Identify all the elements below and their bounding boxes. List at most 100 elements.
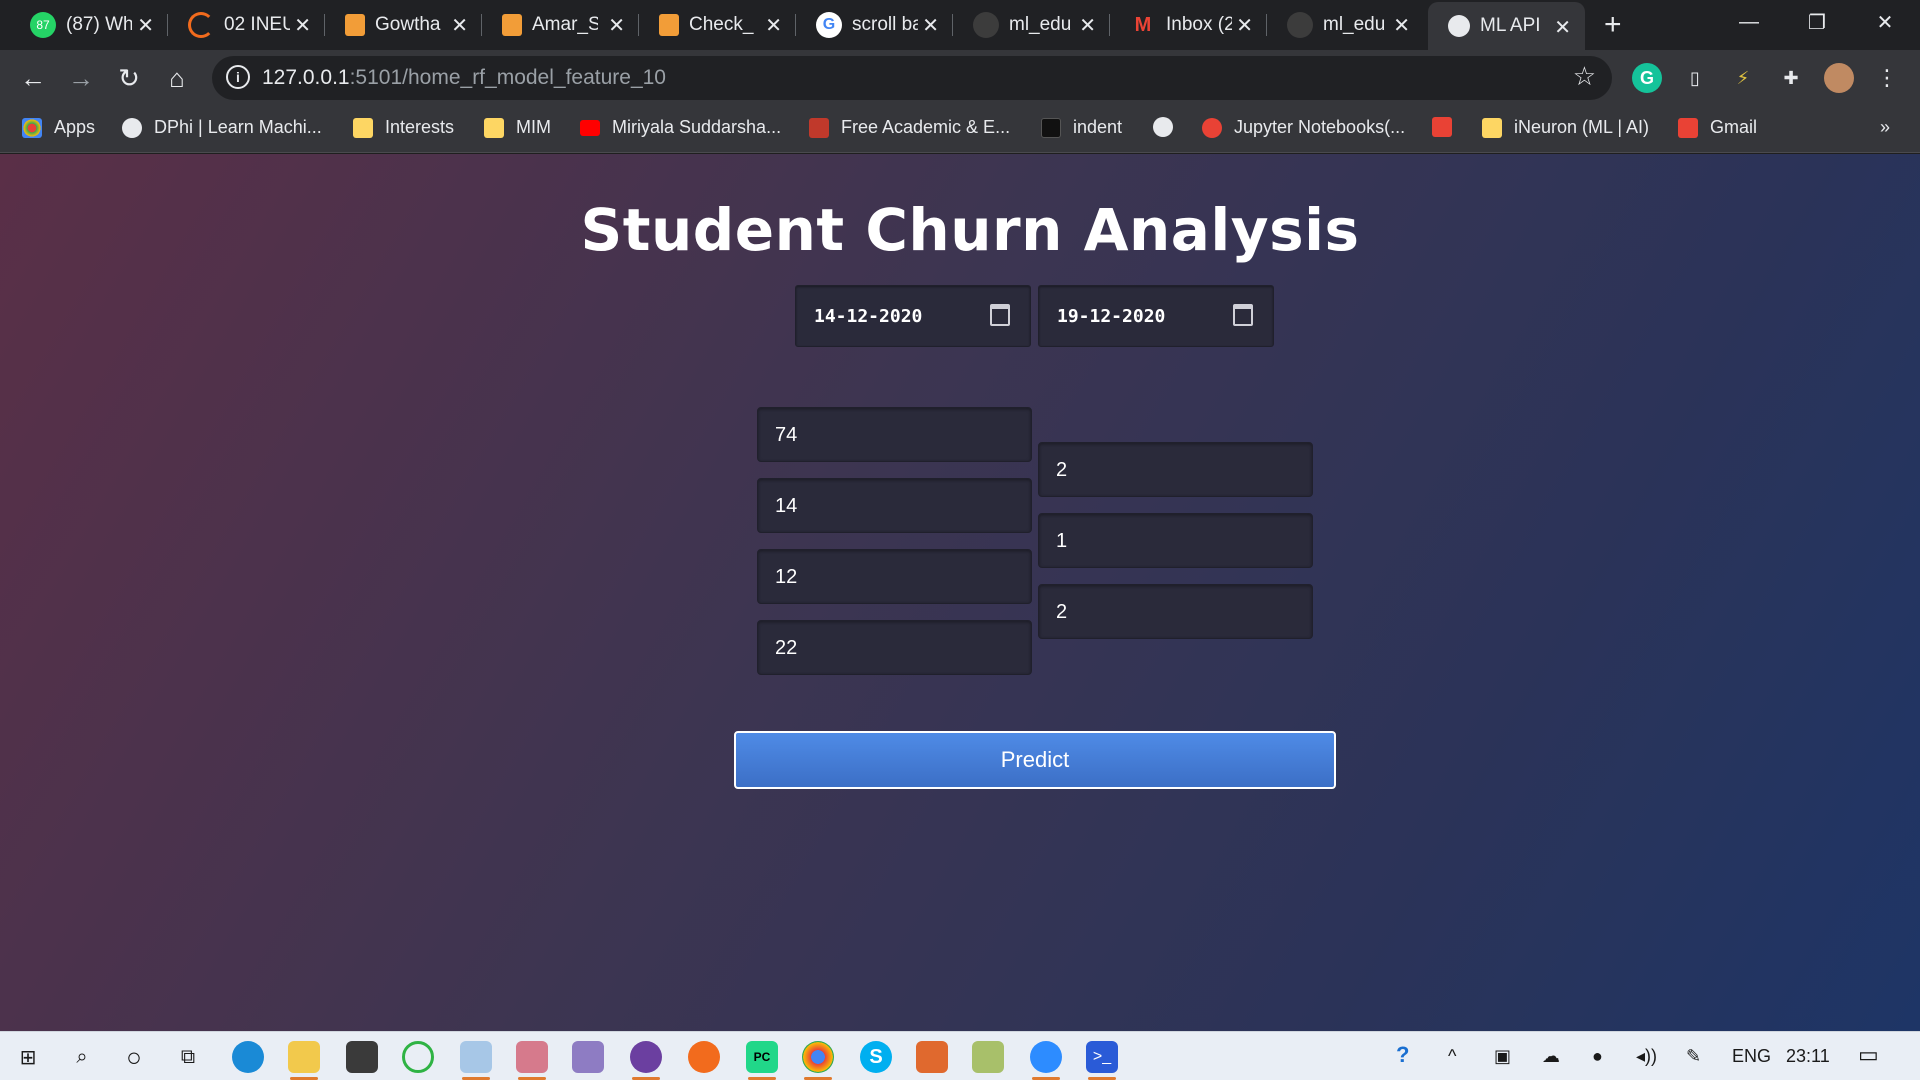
windows-taskbar: ⊞ ⌕ ○ ⧉ PC S >_ ? ^ ▣ ☁ ● ◂)) ✎ ENG 23:1… xyxy=(0,1031,1920,1080)
site-info-icon[interactable]: i xyxy=(226,65,250,89)
tablet-extension-icon[interactable]: ▯ xyxy=(1680,63,1710,93)
diamond-app-icon[interactable] xyxy=(572,1041,604,1073)
powershell-icon[interactable]: >_ xyxy=(1086,1041,1118,1080)
show-hidden-icons-chevron[interactable]: ^ xyxy=(1448,1046,1456,1067)
microphone-icon[interactable]: ● xyxy=(1592,1046,1603,1067)
tab-notebook-amar[interactable]: Amar_S ✕ xyxy=(482,0,639,50)
home-button[interactable]: ⌂ xyxy=(160,62,194,94)
snip-tool-icon[interactable] xyxy=(516,1041,548,1080)
profile-avatar[interactable] xyxy=(1824,63,1854,93)
bookmark-mim[interactable]: MIM xyxy=(484,117,551,138)
feature-input-1[interactable]: 74 xyxy=(757,407,1032,462)
close-icon[interactable]: ✕ xyxy=(608,13,625,38)
pen-icon[interactable]: ✎ xyxy=(1686,1046,1701,1067)
minimize-button[interactable]: — xyxy=(1714,0,1784,44)
volume-icon[interactable]: ◂)) xyxy=(1636,1046,1657,1067)
feature-input-6[interactable]: 1 xyxy=(1038,513,1313,568)
close-icon[interactable]: ✕ xyxy=(1554,15,1571,40)
notebook-icon xyxy=(345,14,365,36)
feature-input-7[interactable]: 2 xyxy=(1038,584,1313,639)
tab-gmail-inbox[interactable]: M Inbox (2 ✕ xyxy=(1110,0,1267,50)
predict-button[interactable]: Predict xyxy=(734,731,1336,789)
bookmark-globe[interactable] xyxy=(1153,117,1185,137)
close-icon[interactable]: ✕ xyxy=(1079,13,1096,38)
purple-app-icon[interactable] xyxy=(630,1041,662,1080)
bookmark-indent[interactable]: indent xyxy=(1041,117,1122,138)
new-tab-button[interactable]: + xyxy=(1604,8,1622,42)
close-icon[interactable]: ✕ xyxy=(1236,13,1253,38)
notebook-icon xyxy=(659,14,679,36)
paint-icon[interactable] xyxy=(460,1041,492,1080)
address-bar[interactable]: i 127.0.0.1:5101/home_rf_model_feature_1… xyxy=(212,56,1612,100)
feature-input-3[interactable]: 12 xyxy=(757,549,1032,604)
cortana-icon[interactable]: ○ xyxy=(118,1041,150,1073)
tab-google-scroll[interactable]: G scroll bar ✕ xyxy=(796,0,953,50)
notifications-icon[interactable]: ▭ xyxy=(1858,1042,1879,1068)
close-icon[interactable]: ✕ xyxy=(1393,13,1410,38)
close-window-button[interactable]: ✕ xyxy=(1850,0,1920,44)
bookmark-star-icon[interactable]: ☆ xyxy=(1573,61,1596,92)
postman-icon[interactable] xyxy=(688,1041,720,1073)
close-icon[interactable]: ✕ xyxy=(294,13,311,38)
restore-button[interactable]: ❐ xyxy=(1782,0,1852,44)
start-date-input[interactable]: 14-12-2020 xyxy=(795,285,1031,347)
forward-button[interactable]: → xyxy=(64,62,98,94)
tab-notebook-gowtham[interactable]: Gowtham ✕ xyxy=(325,0,482,50)
tab-title: Check_I xyxy=(689,14,755,35)
bookmark-free-academic[interactable]: Free Academic & E... xyxy=(809,117,1010,138)
back-button[interactable]: ← xyxy=(16,62,50,94)
folder-icon xyxy=(1482,117,1502,138)
chrome-icon[interactable] xyxy=(802,1041,834,1080)
grammarly-extension-icon[interactable]: G xyxy=(1632,63,1662,93)
bolt-extension-icon[interactable]: ⚡ xyxy=(1728,63,1758,93)
tab-github-ml-edu-2[interactable]: ml_edu ✕ xyxy=(1267,0,1424,50)
apps-grid-icon xyxy=(22,117,42,138)
bookmark-ineuron[interactable]: iNeuron (ML | AI) xyxy=(1482,117,1649,138)
tab-whatsapp[interactable]: 87 (87) WhatsApp ✕ xyxy=(0,0,168,50)
edge-icon[interactable] xyxy=(232,1041,264,1073)
bookmark-gmail-shortcut[interactable] xyxy=(1432,117,1464,137)
menu-kebab-icon[interactable]: ⋮ xyxy=(1872,63,1902,93)
zoom-icon[interactable] xyxy=(1030,1041,1062,1080)
windows-start-icon[interactable]: ⊞ xyxy=(12,1041,44,1073)
task-view-icon[interactable]: ⧉ xyxy=(172,1041,204,1073)
feature-input-5[interactable]: 2 xyxy=(1038,442,1313,497)
language-indicator[interactable]: ENG xyxy=(1732,1046,1771,1067)
tab-notebook-check[interactable]: Check_I ✕ xyxy=(639,0,796,50)
bookmark-apps[interactable]: Apps xyxy=(22,117,95,138)
skype-icon[interactable]: S xyxy=(860,1041,892,1073)
bookmark-jupyter[interactable]: Jupyter Notebooks(... xyxy=(1202,117,1405,138)
calendar-icon[interactable] xyxy=(990,304,1010,326)
onedrive-error-icon[interactable]: ☁ xyxy=(1542,1046,1560,1067)
bookmark-dphi[interactable]: DPhi | Learn Machi... xyxy=(122,117,322,138)
orange-app-icon[interactable] xyxy=(916,1041,948,1073)
search-icon[interactable]: ⌕ xyxy=(66,1041,98,1073)
green-ring-app-icon[interactable] xyxy=(402,1041,434,1073)
tab-github-ml-edu[interactable]: ml_edu ✕ xyxy=(953,0,1110,50)
notes-app-icon[interactable] xyxy=(972,1041,1004,1073)
feature-input-4[interactable]: 22 xyxy=(757,620,1032,675)
store-icon[interactable] xyxy=(346,1041,378,1073)
bookmark-gmail[interactable]: Gmail xyxy=(1678,117,1757,138)
close-icon[interactable]: ✕ xyxy=(765,13,782,38)
feature-input-2[interactable]: 14 xyxy=(757,478,1032,533)
tab-ineuron[interactable]: 02 INEURON ✕ xyxy=(168,0,325,50)
tab-ml-api[interactable]: ML API ✕ xyxy=(1428,2,1585,50)
pycharm-icon[interactable]: PC xyxy=(746,1041,778,1080)
clock[interactable]: 23:11 xyxy=(1786,1046,1830,1067)
meet-now-icon[interactable]: ▣ xyxy=(1494,1046,1511,1067)
reload-button[interactable]: ↻ xyxy=(112,62,146,94)
end-date-input[interactable]: 19-12-2020 xyxy=(1038,285,1274,347)
more-bookmarks-chevron[interactable]: » xyxy=(1880,117,1890,138)
close-icon[interactable]: ✕ xyxy=(137,13,154,38)
close-icon[interactable]: ✕ xyxy=(922,13,939,38)
file-explorer-icon[interactable] xyxy=(288,1041,320,1080)
bookmark-interests[interactable]: Interests xyxy=(353,117,454,138)
bookmark-youtube[interactable]: Miriyala Suddarsha... xyxy=(580,117,781,138)
bookmark-label: Interests xyxy=(385,117,455,137)
calendar-icon[interactable] xyxy=(1233,304,1253,326)
extensions-puzzle-icon[interactable]: ✚ xyxy=(1776,63,1806,93)
help-icon[interactable]: ? xyxy=(1396,1042,1409,1068)
close-icon[interactable]: ✕ xyxy=(451,13,468,38)
url-text[interactable]: 127.0.0.1:5101/home_rf_model_feature_10 xyxy=(262,66,666,90)
